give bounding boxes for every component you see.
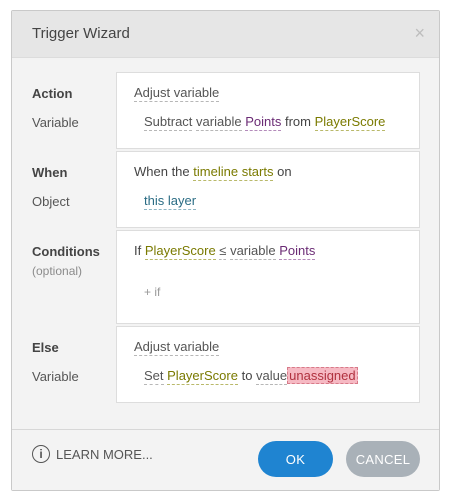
action-sub-label: Variable [32, 115, 79, 130]
when-sub-label: Object [32, 194, 70, 209]
action-variable-word[interactable]: variable [196, 114, 242, 131]
else-value-type[interactable]: value [256, 368, 288, 385]
else-sub-label: Variable [32, 369, 79, 384]
condition-right-variable[interactable]: Points [279, 243, 316, 260]
title-bar: Trigger Wizard × [12, 11, 439, 58]
close-icon[interactable]: × [414, 23, 425, 44]
condition-left-variable[interactable]: PlayerScore [144, 243, 216, 260]
learn-more-label: LEARN MORE... [56, 446, 153, 462]
else-type-dropdown[interactable]: Adjust variable [134, 339, 220, 356]
conditions-panel: If PlayerScore ≤ variable Points + if [116, 230, 420, 324]
action-label: Action [32, 86, 73, 101]
info-icon: i [32, 445, 50, 463]
action-operation-dropdown[interactable]: Subtract [144, 114, 193, 131]
when-on-text: on [277, 164, 292, 179]
trigger-wizard-dialog: Trigger Wizard × Action Variable Adjust … [11, 10, 440, 491]
else-label: Else [32, 340, 59, 355]
add-if-button[interactable]: + if [144, 285, 160, 299]
when-object-dropdown[interactable]: this layer [144, 193, 197, 210]
action-variable-points[interactable]: Points [245, 114, 282, 131]
else-unassigned-value[interactable]: unassigned [287, 367, 358, 384]
ok-button[interactable]: OK [258, 441, 333, 477]
when-label: When [32, 165, 68, 180]
conditions-optional-label: (optional) [32, 264, 83, 278]
condition-operator-dropdown[interactable]: ≤ [219, 243, 227, 260]
action-target-playerscore[interactable]: PlayerScore [314, 114, 386, 131]
else-panel: Adjust variable Set PlayerScore to value… [116, 326, 420, 403]
cancel-button[interactable]: CANCEL [346, 441, 420, 477]
action-from-text: from [284, 114, 311, 129]
dialog-body: Action Variable Adjust variable Subtract… [12, 58, 439, 431]
else-operation-dropdown[interactable]: Set [144, 368, 164, 385]
learn-more-link[interactable]: i LEARN MORE... [32, 445, 153, 463]
when-prefix-text: When the [134, 164, 190, 179]
action-type-dropdown[interactable]: Adjust variable [134, 85, 220, 102]
dialog-title: Trigger Wizard [32, 25, 130, 42]
when-event-dropdown[interactable]: timeline starts [193, 164, 274, 181]
condition-if-text: If [134, 243, 142, 258]
dialog-footer: i LEARN MORE... OK CANCEL [12, 429, 439, 490]
condition-type-word[interactable]: variable [230, 243, 276, 260]
else-to-text: to [241, 368, 253, 383]
action-panel: Adjust variable Subtract variable Points… [116, 72, 420, 149]
else-target-playerscore[interactable]: PlayerScore [167, 368, 238, 385]
when-panel: When the timeline starts on this layer [116, 151, 420, 228]
conditions-label: Conditions [32, 244, 100, 259]
